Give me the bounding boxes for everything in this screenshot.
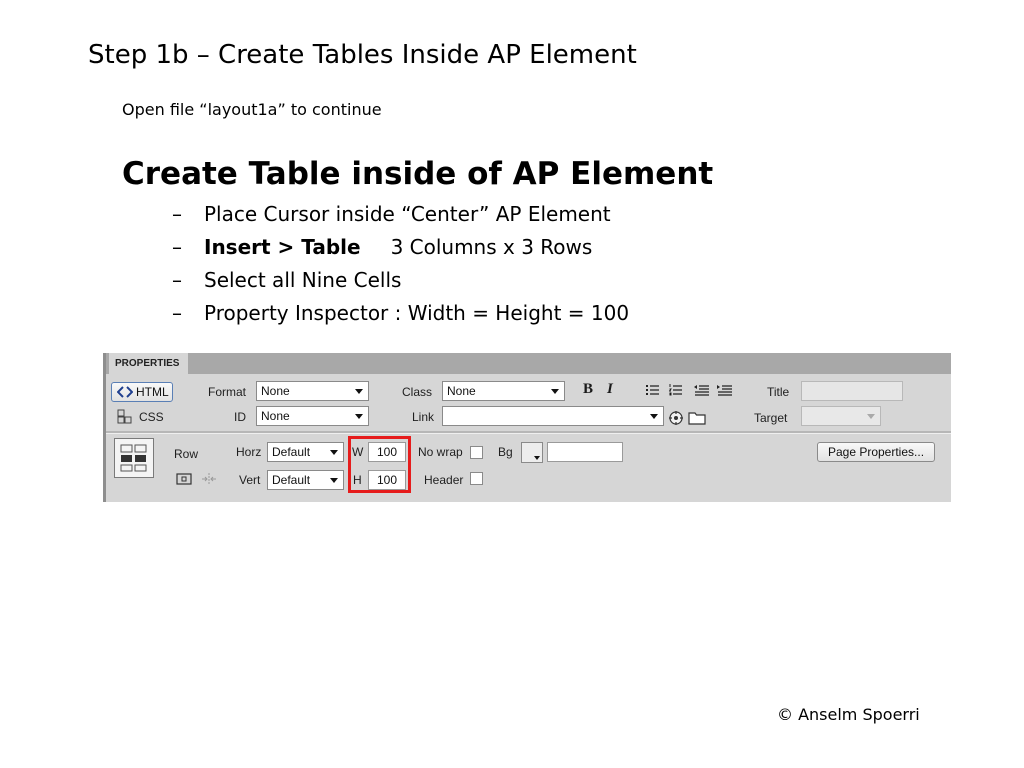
panel-divider (106, 431, 951, 434)
target-label: Target (754, 411, 788, 425)
format-value: None (261, 384, 290, 398)
html-mode-label: HTML (136, 385, 169, 399)
width-height-highlight (348, 436, 411, 493)
ordered-list-icon[interactable] (669, 384, 683, 396)
properties-tab[interactable]: PROPERTIES (109, 353, 188, 374)
bg-color-swatch[interactable] (521, 442, 543, 463)
slide-subtitle: Open file “layout1a” to continue (122, 100, 382, 119)
chevron-down-icon (330, 478, 338, 483)
step-text: 3 Columns x 3 Rows (390, 235, 593, 259)
target-dropdown[interactable] (801, 406, 881, 426)
section-heading: Create Table inside of AP Element (122, 156, 714, 192)
chevron-down-icon (551, 389, 559, 394)
panel-border (103, 353, 106, 502)
header-label: Header (424, 473, 464, 487)
link-dropdown[interactable] (442, 406, 664, 426)
bullet-dash: – (172, 202, 182, 226)
point-to-file-icon[interactable] (668, 410, 684, 426)
css-grid-icon (117, 409, 132, 424)
no-wrap-label: No wrap (418, 445, 463, 459)
indent-icon[interactable] (717, 384, 733, 396)
bold-button[interactable]: B (583, 381, 593, 398)
steps-list: – Place Cursor inside “Center” AP Element… (172, 200, 629, 332)
format-dropdown[interactable]: None (256, 381, 369, 401)
table-row-icon (120, 444, 147, 472)
id-label: ID (234, 410, 246, 424)
chevron-down-icon (330, 450, 338, 455)
chevron-down-icon (867, 414, 875, 419)
outdent-icon[interactable] (694, 384, 710, 396)
vert-dropdown[interactable]: Default (267, 470, 344, 490)
step-item: – Place Cursor inside “Center” AP Element (172, 200, 629, 233)
page-properties-button[interactable]: Page Properties... (817, 442, 935, 462)
slide-title: Step 1b – Create Tables Inside AP Elemen… (88, 40, 637, 70)
class-dropdown[interactable]: None (442, 381, 565, 401)
horz-label: Horz (236, 445, 262, 459)
class-value: None (447, 384, 476, 398)
bg-color-field[interactable] (547, 442, 623, 462)
no-wrap-checkbox[interactable] (470, 446, 483, 459)
step-text: Property Inspector : Width = Height = 10… (204, 301, 630, 325)
copyright: © Anselm Spoerri (777, 705, 920, 724)
bullet-dash: – (172, 235, 182, 259)
css-mode-label: CSS (139, 410, 164, 424)
step-item: – Property Inspector : Width = Height = 1… (172, 299, 629, 332)
vert-label: Vert (239, 473, 261, 487)
bg-label: Bg (498, 445, 513, 459)
id-dropdown[interactable]: None (256, 406, 369, 426)
step-item: – Insert > Table 3 Columns x 3 Rows (172, 233, 629, 266)
horz-dropdown[interactable]: Default (267, 442, 344, 462)
title-field[interactable] (801, 381, 903, 401)
horz-value: Default (272, 445, 311, 459)
link-label: Link (412, 410, 435, 424)
chevron-down-icon (355, 389, 363, 394)
header-checkbox[interactable] (470, 472, 483, 485)
html-mode-button[interactable]: HTML (111, 382, 173, 402)
bullet-dash: – (172, 268, 182, 292)
code-brackets-icon (117, 386, 133, 398)
chevron-down-icon (355, 414, 363, 419)
id-value: None (261, 409, 290, 423)
properties-panel: PROPERTIES HTML CSS Format None ID None … (103, 353, 951, 502)
unordered-list-icon[interactable] (646, 384, 660, 396)
format-label: Format (208, 385, 247, 399)
chevron-down-icon (650, 414, 658, 419)
chevron-down-icon (534, 456, 540, 460)
table-row-selector[interactable] (114, 438, 154, 478)
step-bold-text: Insert > Table (204, 235, 361, 259)
folder-icon[interactable] (688, 411, 706, 425)
step-text: Select all Nine Cells (204, 268, 402, 292)
bullet-dash: – (172, 301, 182, 325)
css-mode-button[interactable]: CSS (117, 408, 177, 426)
step-item: – Select all Nine Cells (172, 266, 629, 299)
merge-cells-icon[interactable] (176, 473, 192, 485)
class-label: Class (402, 385, 433, 399)
row-label: Row (174, 447, 199, 461)
step-text: Place Cursor inside “Center” AP Element (204, 202, 611, 226)
title-label: Title (767, 385, 790, 399)
split-cell-icon[interactable] (201, 473, 217, 485)
italic-button[interactable]: I (607, 381, 613, 398)
panel-tab-bar (106, 353, 951, 374)
vert-value: Default (272, 473, 311, 487)
